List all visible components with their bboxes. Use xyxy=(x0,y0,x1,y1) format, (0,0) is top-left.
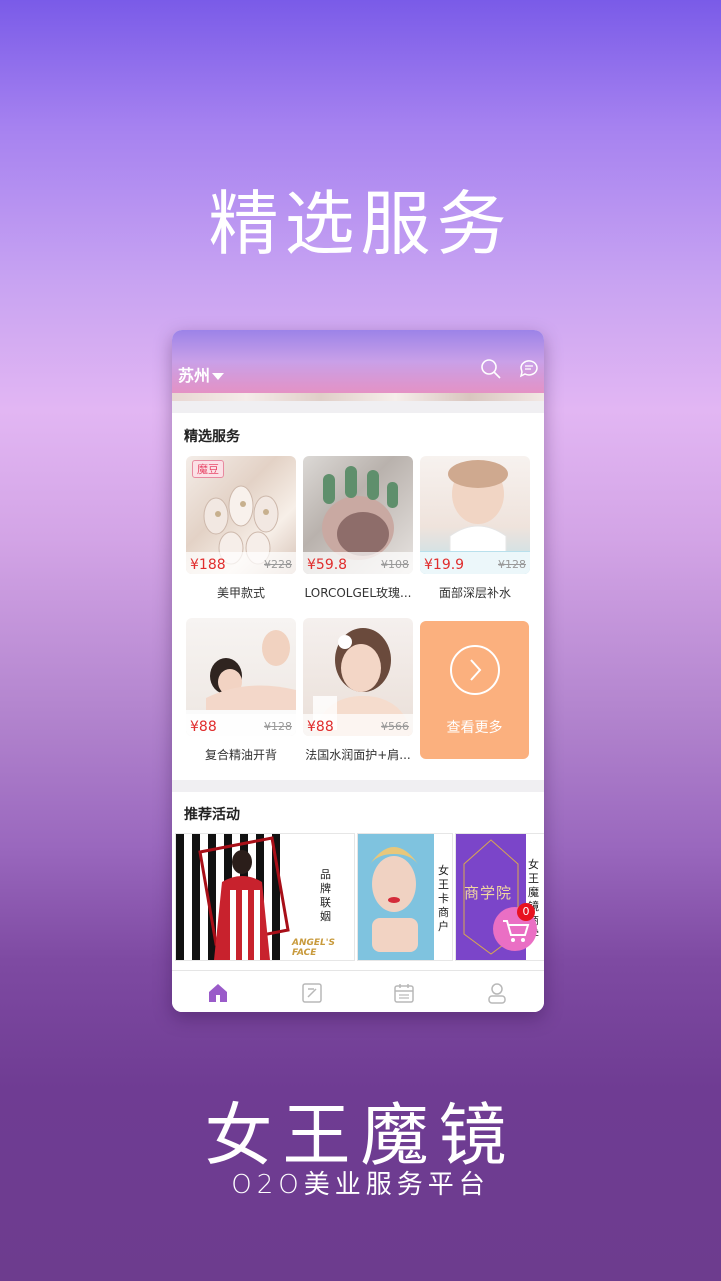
discover-icon[interactable] xyxy=(300,981,324,1005)
activity-caption: ANGEL'S FACE xyxy=(292,938,336,958)
original-price: ¥566 xyxy=(381,720,409,733)
phone-screen: 苏州 精选服务 魔豆 ¥188 ¥228 美甲款式 ¥59.8 ¥108 LOR… xyxy=(172,330,544,1012)
see-more-label: 查看更多 xyxy=(446,720,503,736)
activity-inner-text: 商学院 xyxy=(464,884,513,902)
price-bar: ¥88 ¥566 xyxy=(303,714,413,736)
see-more-button[interactable]: 查看更多 xyxy=(420,621,529,759)
divider xyxy=(172,780,544,792)
search-icon[interactable] xyxy=(480,358,502,380)
hero-title: 精选服务 xyxy=(208,183,513,265)
original-price: ¥108 xyxy=(381,558,409,571)
price: ¥59.8 xyxy=(307,557,348,573)
service-name: 复合精油开背 xyxy=(204,748,277,762)
original-price: ¥128 xyxy=(264,720,292,733)
section-title-activities: 推荐活动 xyxy=(184,807,240,823)
divider xyxy=(172,401,544,413)
service-image: ¥59.8 ¥108 xyxy=(303,456,413,574)
service-image: 魔豆 ¥188 ¥228 xyxy=(186,456,296,574)
price-bar: ¥188 ¥228 xyxy=(186,552,296,574)
brand-subtitle: O2O美业服务平台 xyxy=(231,1170,490,1200)
service-card[interactable]: ¥88 ¥566 法国水润面护+肩... xyxy=(303,618,413,763)
cart-count-badge: 0 xyxy=(517,903,535,921)
arrow-right-circle-icon xyxy=(450,645,500,695)
activity-vertical-text: 女王卡商户 xyxy=(438,864,449,933)
price-bar: ¥19.9 ¥128 xyxy=(420,552,530,574)
service-card[interactable]: ¥59.8 ¥108 LORCOLGEL玫瑰... xyxy=(303,456,413,601)
banner-strip[interactable] xyxy=(172,393,544,401)
service-image: ¥88 ¥566 xyxy=(303,618,413,736)
original-price: ¥228 xyxy=(264,558,292,571)
caret-down-icon xyxy=(212,373,225,380)
activity-card[interactable]: 品牌联姻 ANGEL'S FACE xyxy=(175,833,355,961)
message-icon[interactable] xyxy=(518,358,540,380)
home-icon[interactable] xyxy=(206,981,230,1005)
tab-bar xyxy=(172,970,544,1012)
service-name: 法国水润面护+肩... xyxy=(305,748,411,762)
activity-card[interactable]: 女王卡商户 xyxy=(357,833,453,961)
price: ¥19.9 xyxy=(424,557,465,573)
service-card[interactable]: ¥88 ¥128 复合精油开背 xyxy=(186,618,296,763)
service-card[interactable]: 魔豆 ¥188 ¥228 美甲款式 xyxy=(186,456,296,601)
service-card[interactable]: ¥19.9 ¥128 面部深层补水 xyxy=(420,456,530,601)
calendar-icon[interactable] xyxy=(392,981,416,1005)
price: ¥188 xyxy=(190,557,226,573)
service-image: ¥88 ¥128 xyxy=(186,618,296,736)
price-bar: ¥88 ¥128 xyxy=(186,714,296,736)
service-image: ¥19.9 ¥128 xyxy=(420,456,530,574)
city-label: 苏州 xyxy=(178,366,211,385)
app-header: 苏州 xyxy=(172,330,544,400)
service-name: LORCOLGEL玫瑰... xyxy=(304,586,412,600)
price: ¥88 xyxy=(307,719,334,735)
service-name: 美甲款式 xyxy=(216,586,265,600)
original-price: ¥128 xyxy=(498,558,526,571)
promo-badge: 魔豆 xyxy=(192,460,224,478)
price-bar: ¥59.8 ¥108 xyxy=(303,552,413,574)
activity-vertical-text: 品牌联姻 xyxy=(320,868,331,923)
price: ¥88 xyxy=(190,719,217,735)
city-selector[interactable]: 苏州 xyxy=(178,362,225,386)
section-title-featured: 精选服务 xyxy=(184,429,240,445)
service-name: 面部深层补水 xyxy=(438,586,511,600)
profile-icon[interactable] xyxy=(485,981,509,1005)
